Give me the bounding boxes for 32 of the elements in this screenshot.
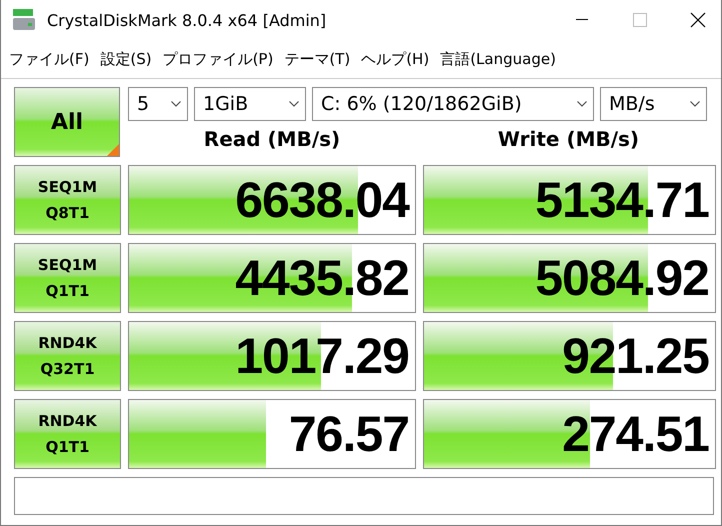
test-button[interactable]: SEQ1M Q1T1 [14, 243, 121, 313]
menu-item[interactable]: 言語(Language) [436, 50, 563, 68]
maximize-icon [633, 13, 647, 27]
menu-item[interactable]: 設定(S) [96, 50, 159, 68]
corner-triangle-icon [107, 144, 119, 156]
column-header: Write (MB/s) [496, 127, 640, 151]
minimize-icon [576, 19, 588, 21]
test-button[interactable]: RND4K Q32T1 [14, 321, 121, 391]
dropdown[interactable]: C: 6% (120/1862GiB) [312, 87, 594, 121]
result-value: 76.57 [288, 405, 409, 463]
caret-icon [690, 101, 700, 107]
close-icon [690, 12, 706, 28]
dropdown[interactable]: 5 [128, 87, 188, 121]
comment-field[interactable] [14, 477, 714, 515]
test-button[interactable]: RND4K Q1T1 [14, 399, 121, 469]
result-value: 1017.29 [235, 327, 409, 385]
caret-icon [289, 101, 299, 107]
menu-item[interactable]: ファイル(F) [5, 50, 96, 68]
result-value: 274.51 [562, 405, 709, 463]
app-icon [11, 7, 37, 33]
caret-icon [577, 101, 587, 107]
caret-icon [171, 101, 181, 107]
dropdown[interactable]: 1GiB [194, 87, 306, 121]
menu-item[interactable]: テーマ(T) [280, 50, 358, 68]
menu-item[interactable]: プロファイル(P) [158, 50, 280, 68]
dropdown[interactable]: MB/s [600, 87, 707, 121]
menu-item[interactable]: ヘルプ(H) [357, 50, 436, 68]
all-button[interactable]: All [14, 87, 120, 157]
window-title: CrystalDiskMark 8.0.4 x64 [Admin] [47, 10, 328, 30]
result-value: 921.25 [562, 327, 709, 385]
column-header: Read (MB/s) [202, 127, 342, 151]
test-button[interactable]: SEQ1M Q8T1 [14, 165, 121, 235]
